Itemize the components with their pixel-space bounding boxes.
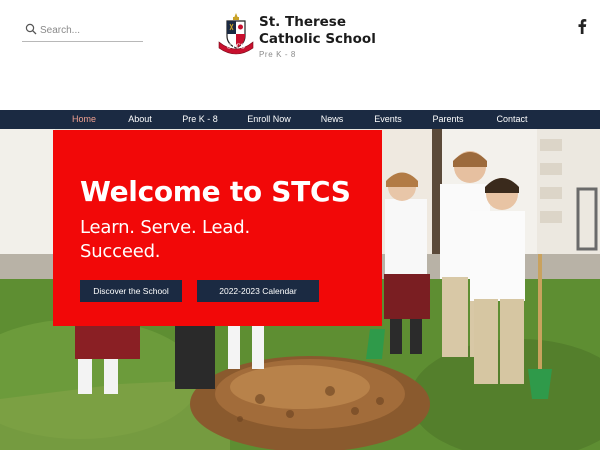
grades-subtitle: Pre K - 8 xyxy=(259,50,296,59)
main-nav: Home About Pre K - 8 Enroll Now News Eve… xyxy=(0,110,600,129)
facebook-icon[interactable] xyxy=(577,18,587,34)
nav-parents[interactable]: Parents xyxy=(432,110,463,129)
search-input[interactable] xyxy=(40,21,140,39)
school-name-line1: St. Therese xyxy=(259,14,346,30)
nav-pre-k-8[interactable]: Pre K - 8 xyxy=(182,110,218,129)
hero-headline: Welcome to STCS xyxy=(80,175,351,208)
school-crest-logo[interactable]: STCS xyxy=(218,12,254,56)
school-name-line2: Catholic School xyxy=(259,31,376,47)
nav-about[interactable]: About xyxy=(128,110,152,129)
nav-enroll-now[interactable]: Enroll Now xyxy=(247,110,291,129)
discover-school-button[interactable]: Discover the School xyxy=(80,280,182,302)
welcome-banner: Welcome to STCS Learn. Serve. Lead. Succ… xyxy=(53,130,382,326)
nav-events[interactable]: Events xyxy=(374,110,402,129)
site-header: STCS St. Therese Catholic School Pre K -… xyxy=(0,0,600,110)
hero-tagline: Learn. Serve. Lead. Succeed. xyxy=(80,217,250,262)
hero-section: Welcome to STCS Learn. Serve. Lead. Succ… xyxy=(0,129,600,450)
search-bar[interactable] xyxy=(22,19,143,42)
svg-text:STCS: STCS xyxy=(227,44,245,51)
nav-contact[interactable]: Contact xyxy=(496,110,527,129)
nav-home[interactable]: Home xyxy=(72,110,96,129)
nav-news[interactable]: News xyxy=(321,110,344,129)
search-icon xyxy=(25,23,37,35)
school-name[interactable]: St. Therese Catholic School xyxy=(259,14,409,48)
calendar-button[interactable]: 2022-2023 Calendar xyxy=(197,280,319,302)
